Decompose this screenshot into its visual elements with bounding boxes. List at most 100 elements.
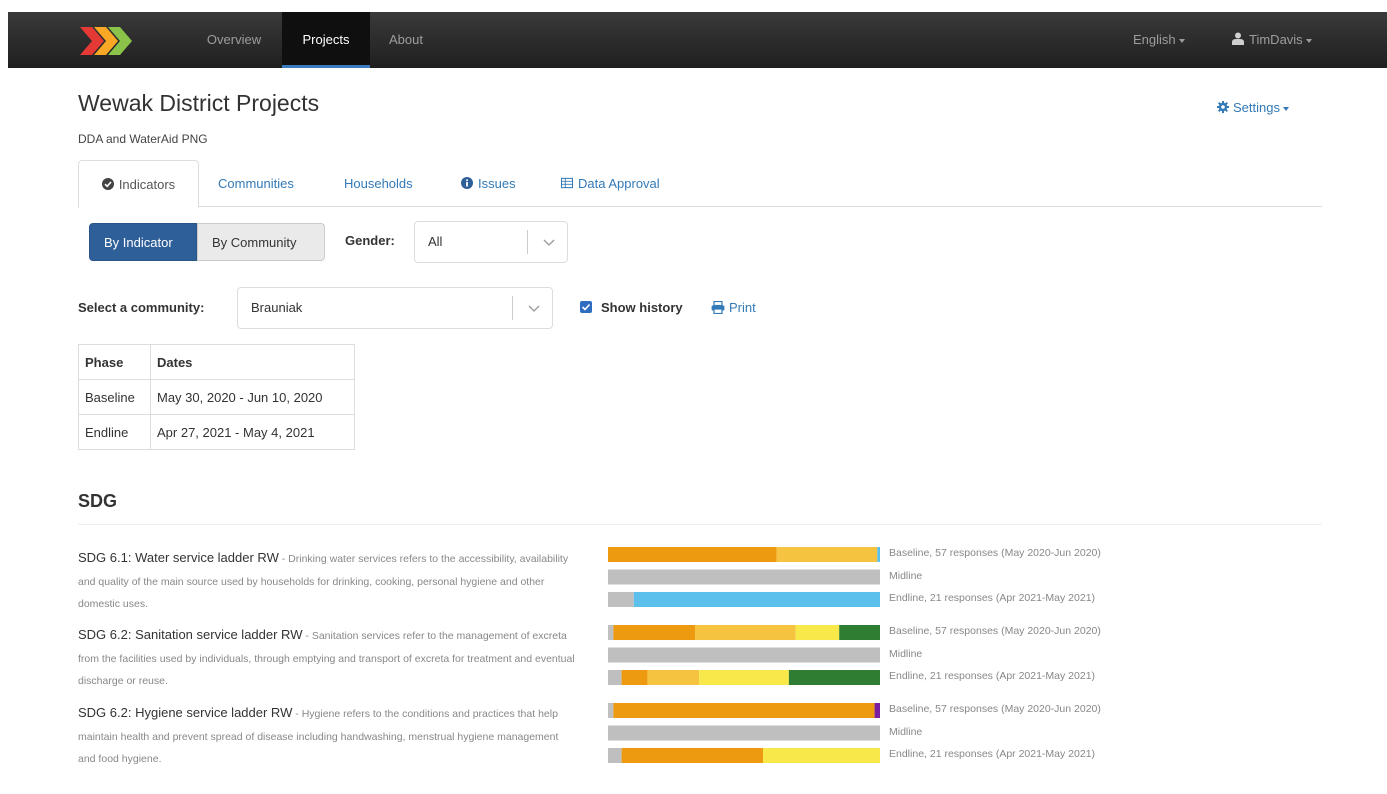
gear-icon	[1217, 101, 1229, 113]
table-header-dates: Dates	[150, 344, 355, 380]
bar-segment[interactable]	[608, 625, 614, 640]
language-label: English	[1133, 32, 1176, 47]
bar-segment[interactable]	[647, 670, 700, 685]
phase-table: Phase Dates Baseline May 30, 2020 - Jun …	[78, 344, 355, 450]
by-indicator-button[interactable]: By Indicator	[89, 223, 197, 261]
bar-segment[interactable]	[608, 569, 880, 585]
bar-segment[interactable]	[608, 670, 622, 685]
bar-segment[interactable]	[874, 703, 880, 718]
bar-label: Endline, 21 responses (Apr 2021-May 2021…	[889, 670, 1096, 682]
nav-overview[interactable]: Overview	[192, 12, 276, 68]
table-cell-phase: Baseline	[78, 379, 151, 415]
printer-icon	[711, 301, 725, 314]
gender-value: All	[428, 234, 443, 249]
select-divider	[527, 230, 528, 254]
bar-segment[interactable]	[608, 647, 880, 663]
bar-label: Baseline, 57 responses (May 2020-Jun 202…	[889, 625, 1101, 637]
bar-segment[interactable]	[877, 547, 880, 562]
user-icon	[1232, 32, 1244, 45]
tab-data-approval[interactable]: Data Approval	[561, 160, 660, 207]
nav-about[interactable]: About	[372, 12, 440, 68]
show-history-toggle[interactable]: Show history	[580, 300, 683, 315]
settings-label: Settings	[1233, 100, 1280, 115]
bar-segment[interactable]	[695, 625, 796, 640]
tab-issues[interactable]: Issues	[461, 160, 516, 207]
by-community-button[interactable]: By Community	[197, 223, 325, 261]
bar-segment[interactable]	[699, 670, 789, 685]
tab-label: Data Approval	[578, 176, 660, 191]
tab-label: Indicators	[118, 177, 176, 192]
bar-segment[interactable]	[633, 592, 880, 607]
bar-segment[interactable]	[608, 592, 634, 607]
section-heading-sdg: SDG	[78, 491, 118, 511]
page-title: Wewak District Projects	[78, 90, 320, 116]
indicator-name: SDG 6.1: Water service ladder RW	[78, 550, 279, 565]
tab-communities[interactable]: Communities	[218, 160, 294, 207]
caret-down-icon	[1282, 106, 1289, 111]
bar-segment[interactable]	[613, 703, 875, 718]
gender-select[interactable]: All	[414, 221, 568, 263]
show-history-checkbox[interactable]	[580, 301, 592, 313]
community-select[interactable]: Brauniak	[237, 287, 553, 329]
community-label: Select a community:	[78, 300, 205, 315]
bar-segment[interactable]	[776, 547, 878, 562]
bar-segment[interactable]	[608, 748, 622, 763]
tab-label: Communities	[218, 176, 294, 191]
bar-segment[interactable]	[621, 748, 764, 763]
app-logo[interactable]	[80, 25, 142, 57]
top-navbar: Overview Projects About English TimDavis	[8, 12, 1387, 68]
community-value: Brauniak	[251, 300, 303, 315]
tab-indicators[interactable]: Indicators	[78, 160, 199, 208]
checkmark-icon	[581, 303, 591, 311]
caret-down-icon	[1178, 38, 1185, 43]
tab-bar: Indicators Communities Households Issues…	[78, 160, 1322, 208]
tab-label: Issues	[478, 176, 516, 191]
indicator-description: SDG 6.2: Hygiene service ladder RW - Hyg…	[78, 702, 578, 771]
table-header-phase: Phase	[78, 344, 151, 380]
bar-segment[interactable]	[621, 670, 648, 685]
table-header-row: Phase Dates	[78, 344, 355, 380]
bar-label: Midline	[889, 569, 923, 582]
tab-label: Households	[344, 176, 413, 191]
bar-label: Midline	[889, 647, 923, 660]
bar-label: Midline	[889, 725, 923, 738]
settings-dropdown[interactable]: Settings	[1217, 100, 1289, 115]
service-ladder-chart	[608, 547, 880, 763]
table-cell-dates: May 30, 2020 - Jun 10, 2020	[150, 379, 355, 415]
user-name: TimDavis	[1249, 32, 1303, 47]
bar-segment[interactable]	[608, 725, 880, 741]
show-history-label: Show history	[601, 300, 683, 315]
check-circle-icon	[101, 178, 114, 190]
bar-segment[interactable]	[795, 625, 840, 640]
print-link[interactable]: Print	[711, 300, 756, 315]
user-dropdown[interactable]: TimDavis	[1232, 12, 1312, 68]
indicator-description: SDG 6.1: Water service ladder RW - Drink…	[78, 547, 578, 616]
bar-segment[interactable]	[613, 625, 696, 640]
bar-label: Baseline, 57 responses (May 2020-Jun 202…	[889, 703, 1101, 715]
table-row: Baseline May 30, 2020 - Jun 10, 2020	[78, 379, 355, 415]
indicator-name: SDG 6.2: Sanitation service ladder RW	[78, 627, 303, 642]
tab-households[interactable]: Households	[344, 160, 413, 207]
indicator-description: SDG 6.2: Sanitation service ladder RW - …	[78, 624, 578, 693]
table-cell-phase: Endline	[78, 414, 151, 450]
table-icon	[561, 177, 573, 189]
nav-projects[interactable]: Projects	[282, 12, 370, 68]
bar-segment[interactable]	[608, 547, 777, 562]
table-cell-dates: Apr 27, 2021 - May 4, 2021	[150, 414, 355, 450]
indicator-name: SDG 6.2: Hygiene service ladder RW	[78, 705, 293, 720]
info-circle-icon	[461, 177, 473, 189]
chevron-down-icon	[543, 239, 555, 246]
page-subtitle: DDA and WaterAid PNG	[78, 132, 208, 146]
view-toggle: By Indicator By Community	[89, 223, 325, 261]
select-divider	[512, 296, 513, 320]
print-label: Print	[729, 300, 756, 315]
gender-label: Gender:	[345, 233, 395, 248]
language-dropdown[interactable]: English	[1133, 12, 1185, 68]
bar-segment[interactable]	[839, 625, 880, 640]
bar-segment[interactable]	[788, 670, 880, 685]
bar-segment[interactable]	[763, 748, 880, 763]
bar-segment[interactable]	[608, 703, 614, 718]
caret-down-icon	[1305, 38, 1312, 43]
bar-label: Baseline, 57 responses (May 2020-Jun 202…	[889, 547, 1101, 559]
table-row: Endline Apr 27, 2021 - May 4, 2021	[78, 414, 355, 450]
